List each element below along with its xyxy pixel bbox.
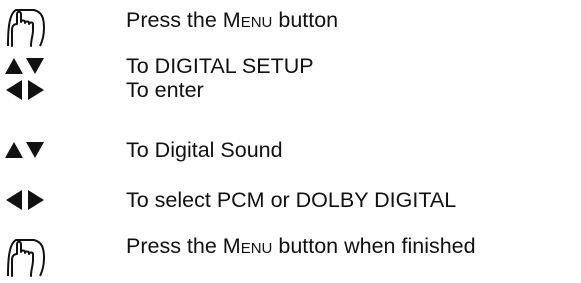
up-down-arrows-icon [4,136,48,168]
menu-key-name: Menu [222,8,273,32]
instruction-text: Press the Menu button when finished [126,234,476,258]
left-right-arrows-icon [4,186,48,218]
instruction-text: Press the Menu button [126,8,339,32]
instruction-step-6: Press the Menu button when finished [0,232,581,277]
instruction-step-4: To Digital Sound [0,136,581,168]
instruction-text: To Digital Sound [126,138,283,162]
menu-key-name: Menu [222,234,273,258]
hand-press-icon [4,236,48,277]
hand-press-icon [4,6,48,47]
instruction-text: To select PCM or DOLBY DIGITAL [126,188,457,212]
instruction-step-3: To enter [0,76,581,108]
left-right-arrows-icon [4,76,48,108]
instruction-step-1: Press the Menu button [0,6,581,47]
instruction-step-5: To select PCM or DOLBY DIGITAL [0,186,581,218]
instruction-text: To enter [126,78,204,102]
